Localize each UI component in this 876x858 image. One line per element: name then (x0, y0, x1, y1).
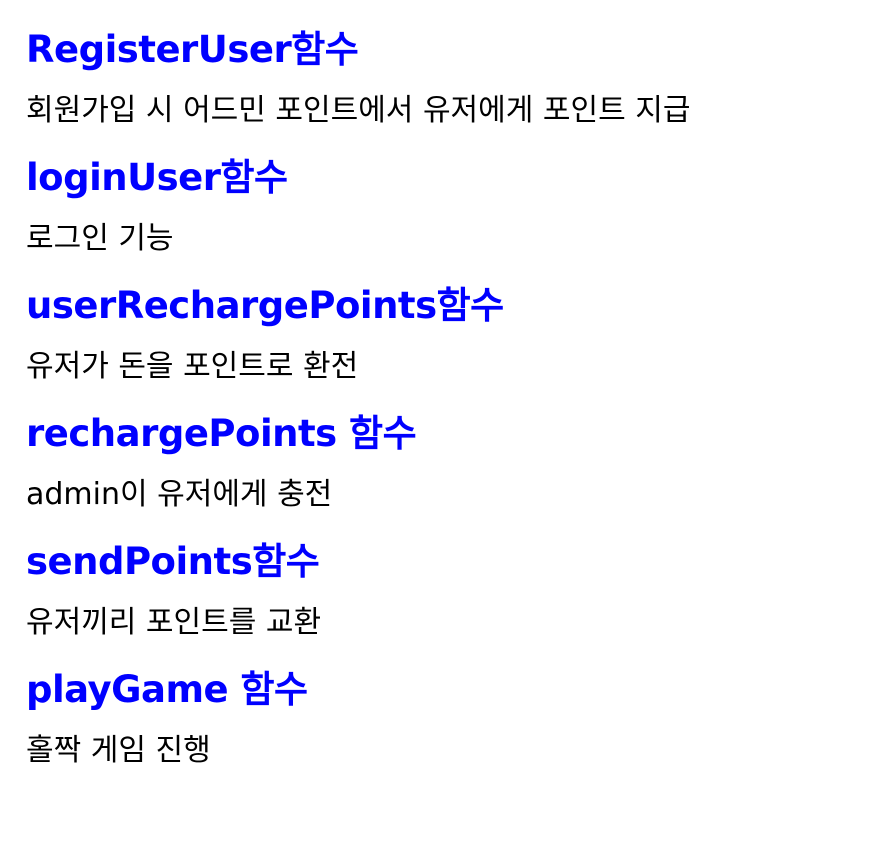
function-description: 로그인 기능 (26, 221, 174, 256)
section-recharge-points: rechargePoints 함수 admin이 유저에게 충전 (26, 406, 876, 534)
function-heading: sendPoints함수 (26, 540, 320, 583)
function-description: 홀짝 게임 진행 (26, 733, 211, 768)
function-heading: playGame 함수 (26, 668, 308, 711)
function-description: admin이 유저에게 충전 (26, 477, 333, 512)
function-heading: rechargePoints 함수 (26, 412, 417, 455)
section-login-user: loginUser함수 로그인 기능 (26, 150, 876, 278)
section-user-recharge-points: userRechargePoints함수 유저가 돈을 포인트로 환전 (26, 278, 876, 406)
section-register-user: RegisterUser함수 회원가입 시 어드민 포인트에서 유저에게 포인트… (26, 22, 876, 150)
function-heading: loginUser함수 (26, 156, 288, 199)
function-description: 유저끼리 포인트를 교환 (26, 605, 322, 640)
function-description: 유저가 돈을 포인트로 환전 (26, 349, 359, 384)
section-play-game: playGame 함수 홀짝 게임 진행 (26, 662, 876, 790)
section-send-points: sendPoints함수 유저끼리 포인트를 교환 (26, 534, 876, 662)
function-heading: RegisterUser함수 (26, 28, 359, 71)
function-heading: userRechargePoints함수 (26, 284, 504, 327)
function-description: 회원가입 시 어드민 포인트에서 유저에게 포인트 지급 (26, 93, 691, 128)
document: RegisterUser함수 회원가입 시 어드민 포인트에서 유저에게 포인트… (0, 0, 876, 858)
